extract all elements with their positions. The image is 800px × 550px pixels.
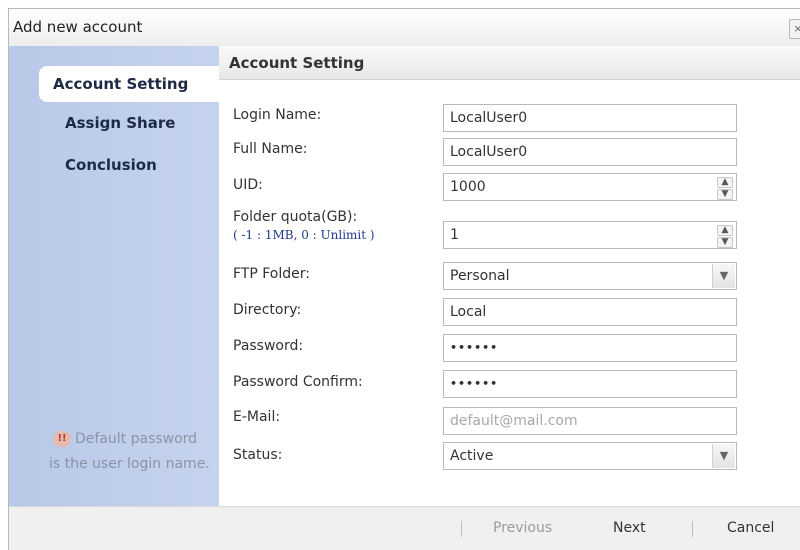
folder-quota-value: 1 [450, 227, 459, 243]
close-button[interactable]: × [789, 19, 800, 39]
sidebar-item-label: Assign Share [65, 114, 176, 132]
email-field[interactable]: default@mail.com [443, 407, 737, 435]
folder-quota-spinner[interactable]: ▲ ▼ [717, 225, 733, 248]
folder-quota-hint: ( -1 : 1MB, 0 : Unlimit ) [233, 228, 375, 242]
section-title: Account Setting [229, 54, 365, 72]
sidebar-item-label: Conclusion [65, 156, 157, 174]
directory-input[interactable]: Local [443, 298, 737, 326]
spinner-up-icon[interactable]: ▲ [717, 177, 733, 188]
form-content: Account Setting Login Name: LocalUser0 F… [219, 46, 800, 506]
footer-divider [692, 521, 693, 537]
dialog-title: Add new account [13, 18, 143, 36]
sidebar-item-label: Account Setting [53, 75, 189, 93]
ftp-folder-value: Personal [450, 268, 510, 284]
dialog-titlebar: Add new account × [9, 9, 800, 47]
password-input[interactable]: •••••• [443, 334, 737, 362]
ftp-folder-label: FTP Folder: [233, 266, 310, 282]
next-button[interactable]: Next [613, 520, 646, 536]
cancel-button[interactable]: Cancel [727, 520, 774, 536]
status-value: Active [450, 448, 494, 464]
full-name-label: Full Name: [233, 141, 308, 157]
footer-divider [461, 521, 462, 537]
folder-quota-input[interactable]: 1 ▲ ▼ [443, 221, 737, 249]
uid-label: UID: [233, 177, 263, 193]
hint-text-line1: Default password [75, 431, 198, 447]
directory-label: Directory: [233, 302, 302, 318]
previous-button[interactable]: Previous [493, 520, 552, 536]
chevron-down-icon[interactable]: ▼ [712, 444, 735, 468]
dialog-footer: Previous Next Cancel [9, 506, 800, 550]
sidebar-item-assign-share[interactable]: Assign Share [39, 106, 219, 142]
uid-spinner[interactable]: ▲ ▼ [717, 177, 733, 200]
section-header: Account Setting [219, 46, 800, 80]
sidebar-item-account-setting[interactable]: Account Setting [39, 66, 219, 102]
add-account-dialog: Add new account × Account Setting Assign… [8, 8, 800, 550]
login-name-input[interactable]: LocalUser0 [443, 104, 737, 132]
uid-value: 1000 [450, 179, 486, 195]
hint-text-line2: is the user login name. [49, 456, 210, 472]
password-confirm-input[interactable]: •••••• [443, 370, 737, 398]
spinner-down-icon[interactable]: ▼ [717, 237, 733, 248]
password-confirm-label: Password Confirm: [233, 374, 363, 390]
chevron-down-icon[interactable]: ▼ [712, 264, 735, 288]
email-label: E-Mail: [233, 409, 281, 425]
folder-quota-label: Folder quota(GB): [233, 209, 358, 225]
uid-input[interactable]: 1000 ▲ ▼ [443, 173, 737, 201]
full-name-input[interactable]: LocalUser0 [443, 138, 737, 166]
spinner-up-icon[interactable]: ▲ [717, 225, 733, 236]
spinner-down-icon[interactable]: ▼ [717, 189, 733, 200]
status-select[interactable]: Active ▼ [443, 442, 737, 470]
wizard-sidebar: Account Setting Assign Share Conclusion … [9, 46, 219, 506]
password-label: Password: [233, 338, 304, 354]
ftp-folder-select[interactable]: Personal ▼ [443, 262, 737, 290]
info-icon: !! [53, 431, 71, 447]
sidebar-item-conclusion[interactable]: Conclusion [39, 148, 219, 184]
login-name-label: Login Name: [233, 107, 322, 123]
status-label: Status: [233, 447, 283, 463]
